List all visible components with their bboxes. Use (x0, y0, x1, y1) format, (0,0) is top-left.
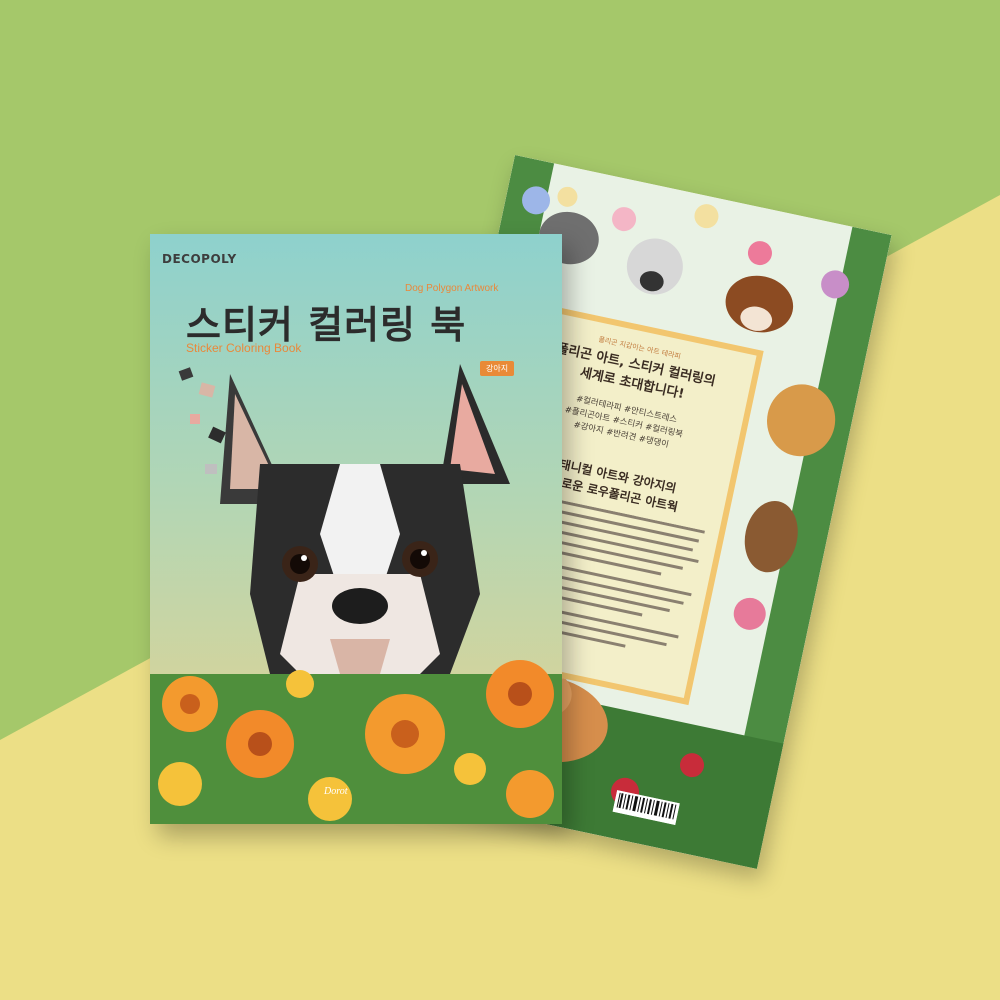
category-tag: 강아지 (480, 361, 515, 376)
subtitle-en: Dog Polygon Artwork (405, 283, 499, 294)
subtitle-sticker-coloring-book: Sticker Coloring Book (186, 341, 302, 355)
publisher-logo: Dorot (324, 786, 348, 797)
front-cover: DECOPOLY Dog Polygon Artwork 스티커 컬러링 북 S… (150, 234, 562, 824)
brand-logo: DECOPOLY (162, 252, 237, 266)
